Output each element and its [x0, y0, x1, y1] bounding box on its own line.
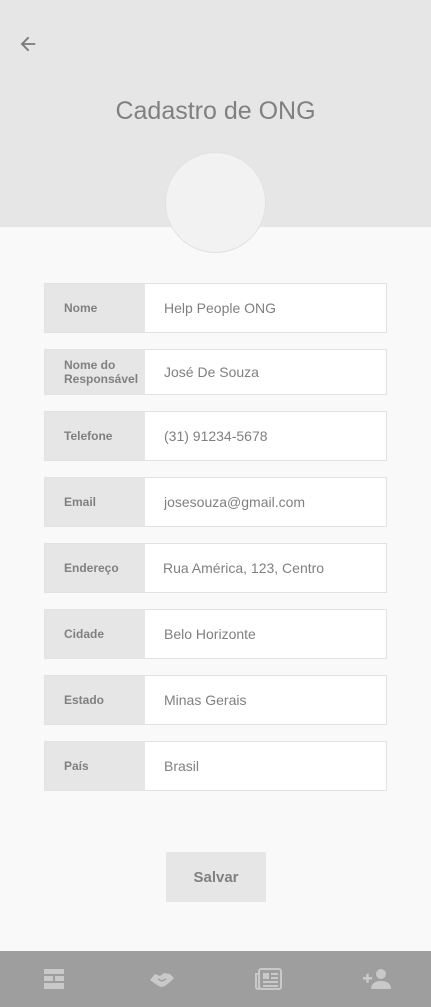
nav-item-dashboard[interactable]: [24, 951, 84, 1007]
form-row-responsavel: Nome do Responsável: [44, 349, 387, 395]
name-input[interactable]: [145, 284, 386, 332]
arrow-left-icon: [20, 36, 36, 52]
save-button[interactable]: Salvar: [166, 852, 266, 902]
form-row-cidade: Cidade: [44, 609, 387, 659]
form-row-nome: Nome: [44, 283, 387, 333]
phone-input[interactable]: [145, 412, 386, 460]
state-input[interactable]: [145, 676, 386, 724]
field-label: Cidade: [45, 610, 145, 658]
field-label: Estado: [45, 676, 145, 724]
form-row-endereco: Endereço: [44, 543, 387, 593]
country-input[interactable]: [145, 742, 386, 790]
form-row-pais: País: [44, 741, 387, 791]
nav-item-add-user[interactable]: [347, 951, 407, 1007]
handshake-icon: [149, 973, 174, 987]
responsible-name-input[interactable]: [145, 350, 386, 394]
address-input[interactable]: [145, 544, 386, 592]
form-row-telefone: Telefone: [44, 411, 387, 461]
page-title: Cadastro de ONG: [115, 97, 316, 125]
field-label: Email: [45, 478, 145, 526]
nav-item-news[interactable]: [239, 951, 299, 1007]
news-icon: [255, 968, 283, 990]
avatar[interactable]: [165, 152, 266, 253]
field-label: País: [45, 742, 145, 790]
dashboard-icon: [43, 969, 64, 989]
field-label: Nome do Responsável: [45, 350, 145, 394]
form-row-email: Email: [44, 477, 387, 527]
back-button[interactable]: [14, 30, 42, 58]
email-input[interactable]: [145, 478, 386, 526]
city-input[interactable]: [145, 610, 386, 658]
form-row-estado: Estado: [44, 675, 387, 725]
add-user-icon: [363, 969, 392, 989]
nav-item-partners[interactable]: [132, 951, 192, 1007]
field-label: Endereço: [45, 544, 145, 592]
field-label: Nome: [45, 284, 145, 332]
field-label: Telefone: [45, 412, 145, 460]
bottom-nav: [0, 951, 431, 1007]
